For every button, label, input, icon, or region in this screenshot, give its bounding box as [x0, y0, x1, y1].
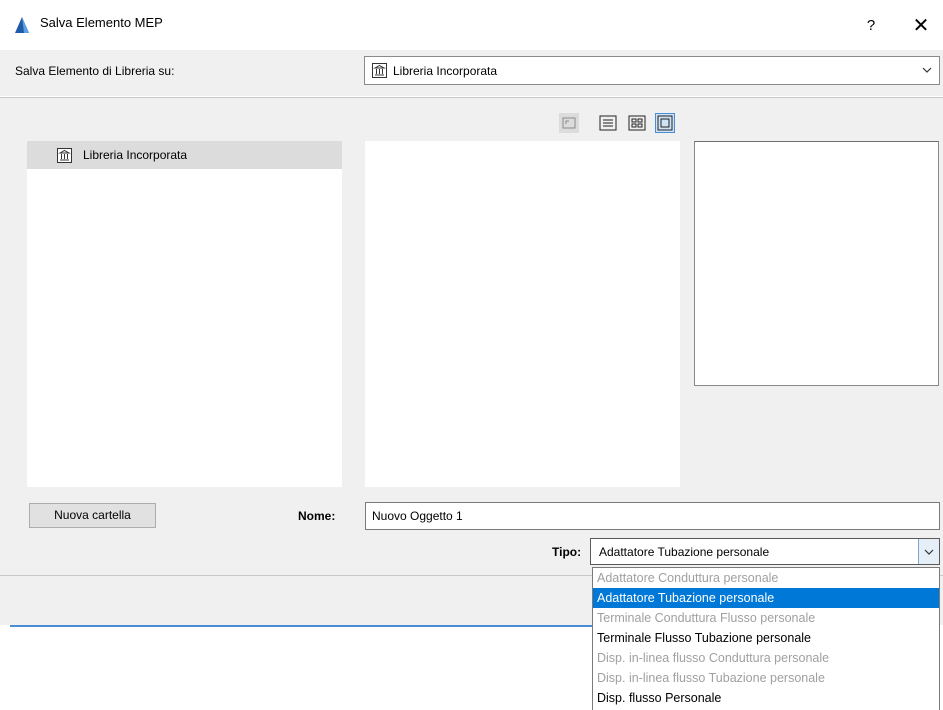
type-dropdown-list[interactable]: Adattatore Conduttura personale Adattato…	[592, 567, 940, 710]
archicad-app-icon	[13, 16, 31, 34]
save-to-value: Libreria Incorporata	[393, 64, 498, 78]
type-option[interactable]: Disp. flusso Personale	[593, 688, 939, 708]
library-icon	[372, 63, 387, 81]
save-to-label: Salva Elemento di Libreria su:	[15, 64, 175, 78]
preview-panel	[694, 141, 939, 386]
type-option[interactable]: Disp. in-linea flusso Tubazione personal…	[593, 668, 939, 688]
chevron-down-icon	[924, 549, 934, 555]
grid-view-icon[interactable]	[627, 113, 647, 133]
type-option[interactable]: Terminale Conduttura Flusso personale	[593, 608, 939, 628]
type-option[interactable]: Terminale Flusso Tubazione personale	[593, 628, 939, 648]
library-icon	[57, 148, 72, 166]
save-to-select[interactable]: Libreria Incorporata	[364, 56, 940, 85]
folder-up-icon[interactable]	[559, 113, 579, 133]
new-folder-button[interactable]: Nuova cartella	[29, 503, 156, 528]
close-button[interactable]: ✕	[904, 12, 938, 40]
type-select-value: Adattatore Tubazione personale	[599, 545, 770, 559]
preview-view-icon[interactable]	[655, 113, 675, 133]
tree-item-label: Libreria Incorporata	[83, 148, 188, 162]
window-bottom-edge	[10, 625, 593, 627]
type-select-dropdown-button[interactable]	[918, 539, 939, 564]
type-select[interactable]: Adattatore Tubazione personale	[590, 538, 940, 565]
name-label: Nome:	[298, 509, 336, 523]
file-list-panel[interactable]	[365, 141, 680, 487]
chevron-down-icon	[921, 64, 933, 79]
help-button[interactable]: ?	[856, 13, 886, 39]
list-view-icon[interactable]	[598, 113, 618, 133]
type-option[interactable]: Disp. in-linea flusso Conduttura persona…	[593, 648, 939, 668]
window-title: Salva Elemento MEP	[40, 15, 163, 30]
type-option-selected[interactable]: Adattatore Tubazione personale	[593, 588, 939, 608]
name-input[interactable]: Nuovo Oggetto 1	[365, 502, 940, 530]
type-option[interactable]: Adattatore Conduttura personale	[593, 568, 939, 588]
library-tree-panel[interactable]	[27, 141, 342, 487]
tree-item-libreria-incorporata[interactable]: Libreria Incorporata	[27, 141, 342, 169]
type-label: Tipo:	[552, 545, 582, 559]
